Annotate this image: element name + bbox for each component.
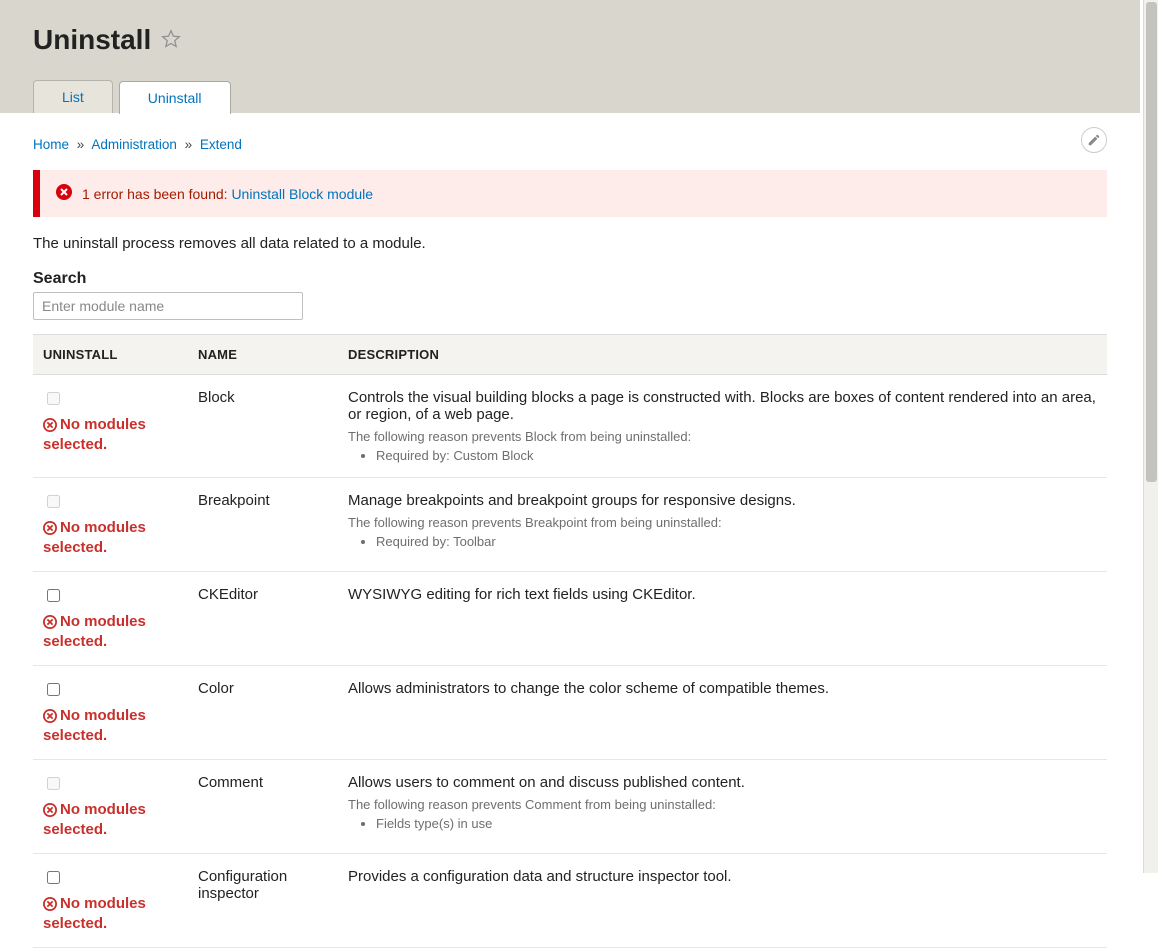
close-circle-icon	[43, 615, 57, 629]
breadcrumb-sep: »	[73, 137, 89, 152]
intro-text: The uninstall process removes all data r…	[33, 235, 1107, 252]
no-modules-selected: No modules selected.	[43, 894, 178, 933]
no-modules-selected: No modules selected.	[43, 800, 178, 839]
reason-list: Fields type(s) in use	[348, 816, 1097, 831]
close-circle-icon	[43, 521, 57, 535]
table-row: No modules selected. Color Allows administ…	[33, 666, 1107, 760]
modules-table: UNINSTALL NAME DESCRIPTION No modules se…	[33, 334, 1107, 948]
module-name: Block	[188, 375, 338, 478]
page-title: Uninstall	[33, 24, 151, 56]
tab-list[interactable]: List	[33, 80, 113, 113]
close-circle-icon	[43, 709, 57, 723]
module-name: CKEditor	[188, 572, 338, 666]
search-input[interactable]	[33, 292, 303, 320]
table-row: No modules selected. CKEditor WYSIWYG edit…	[33, 572, 1107, 666]
no-modules-selected: No modules selected.	[43, 518, 178, 557]
reason-item: Fields type(s) in use	[376, 816, 1097, 831]
module-name: Breakpoint	[188, 478, 338, 572]
reason-prefix: The following reason prevents Breakpoint…	[348, 515, 1097, 530]
reason-list: Required by: Custom Block	[348, 448, 1097, 463]
error-message: 1 error has been found: Uninstall Block …	[33, 170, 1107, 217]
error-icon	[56, 184, 72, 203]
table-row: No modules selected. Block Controls the vi…	[33, 375, 1107, 478]
content: Home » Administration » Extend 1 error h…	[0, 113, 1140, 948]
breadcrumb-sep: »	[181, 137, 197, 152]
edit-icon[interactable]	[1081, 127, 1107, 153]
th-name: NAME	[188, 335, 338, 375]
module-description: Controls the visual building blocks a pa…	[348, 389, 1097, 423]
reason-item: Required by: Custom Block	[376, 448, 1097, 463]
module-name: Color	[188, 666, 338, 760]
uninstall-checkbox	[47, 392, 60, 405]
no-modules-selected: No modules selected.	[43, 415, 178, 454]
tab-uninstall[interactable]: Uninstall	[119, 81, 231, 114]
tabs: List Uninstall	[33, 80, 1140, 113]
module-description: Allows users to comment on and discuss p…	[348, 774, 1097, 791]
search-label: Search	[33, 270, 1107, 288]
no-modules-selected: No modules selected.	[43, 706, 178, 745]
breadcrumb-administration[interactable]: Administration	[91, 137, 177, 152]
module-description: Manage breakpoints and breakpoint groups…	[348, 492, 1097, 509]
module-description-cell: Provides a configuration data and struct…	[338, 854, 1107, 948]
module-description: Provides a configuration data and struct…	[348, 868, 1097, 885]
module-description-cell: Allows users to comment on and discuss p…	[338, 760, 1107, 854]
uninstall-checkbox	[47, 495, 60, 508]
no-modules-selected: No modules selected.	[43, 612, 178, 651]
breadcrumb-home[interactable]: Home	[33, 137, 69, 152]
uninstall-checkbox[interactable]	[47, 683, 60, 696]
module-description-cell: Manage breakpoints and breakpoint groups…	[338, 478, 1107, 572]
table-row: No modules selected. Configuration inspec…	[33, 854, 1107, 948]
close-circle-icon	[43, 803, 57, 817]
error-link[interactable]: Uninstall Block module	[231, 186, 373, 202]
module-description: WYSIWYG editing for rich text fields usi…	[348, 586, 1097, 603]
breadcrumb-extend[interactable]: Extend	[200, 137, 242, 152]
reason-item: Required by: Toolbar	[376, 534, 1097, 549]
reason-list: Required by: Toolbar	[348, 534, 1097, 549]
table-row: No modules selected. Breakpoint Manage bre…	[33, 478, 1107, 572]
uninstall-checkbox[interactable]	[47, 589, 60, 602]
close-circle-icon	[43, 897, 57, 911]
error-prefix: 1 error has been found:	[82, 186, 228, 202]
module-description-cell: WYSIWYG editing for rich text fields usi…	[338, 572, 1107, 666]
module-description-cell: Controls the visual building blocks a pa…	[338, 375, 1107, 478]
breadcrumb: Home » Administration » Extend	[33, 137, 1107, 152]
th-uninstall: UNINSTALL	[33, 335, 188, 375]
th-description: DESCRIPTION	[338, 335, 1107, 375]
close-circle-icon	[43, 418, 57, 432]
reason-prefix: The following reason prevents Block from…	[348, 429, 1097, 444]
header-region: Uninstall List Uninstall	[0, 0, 1140, 113]
scrollbar[interactable]	[1143, 0, 1158, 873]
module-description-cell: Allows administrators to change the colo…	[338, 666, 1107, 760]
module-name: Comment	[188, 760, 338, 854]
scrollbar-thumb[interactable]	[1146, 2, 1157, 482]
module-description: Allows administrators to change the colo…	[348, 680, 1097, 697]
module-name: Configuration inspector	[188, 854, 338, 948]
uninstall-checkbox	[47, 777, 60, 790]
star-icon[interactable]	[161, 29, 181, 52]
table-row: No modules selected. Comment Allows users …	[33, 760, 1107, 854]
reason-prefix: The following reason prevents Comment fr…	[348, 797, 1097, 812]
